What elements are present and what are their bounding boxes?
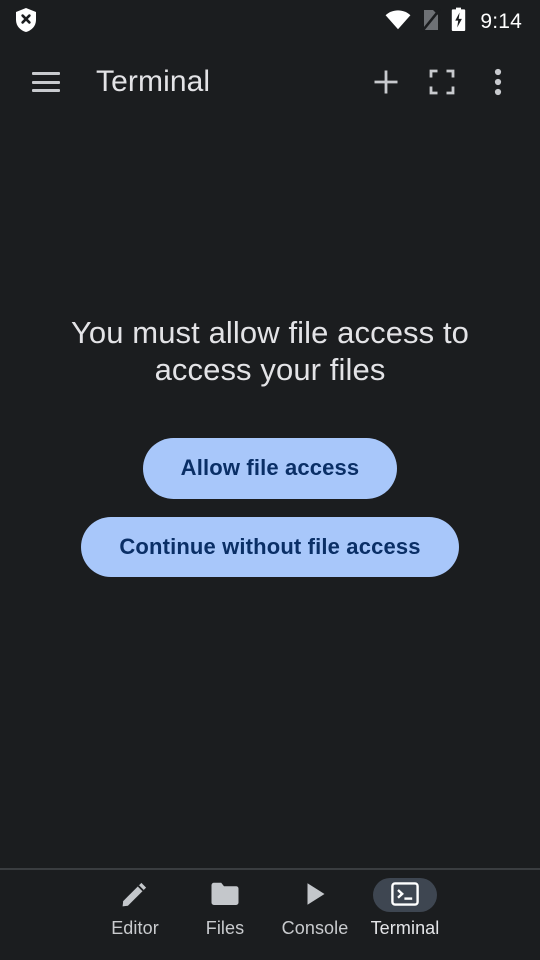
nav-label-console: Console [281,918,349,938]
folder-icon-wrap [193,878,257,912]
terminal-icon [391,881,419,909]
permission-message: You must allow file access to access you… [70,315,470,387]
nav-item-editor[interactable]: Editor [90,878,180,939]
nav-item-terminal[interactable]: Terminal [360,878,450,939]
permission-prompt: You must allow file access to access you… [0,24,540,868]
play-icon [301,880,329,911]
nav-label-files: Files [205,918,245,938]
app-window: 9:14 Terminal You must allow file access… [0,0,540,960]
continue-without-file-access-button[interactable]: Continue without file access [81,516,459,577]
nav-item-console[interactable]: Console [270,878,360,939]
pencil-icon-wrap [103,878,167,912]
permission-buttons: Allow file access Continue without file … [81,438,459,577]
nav-item-files[interactable]: Files [180,878,270,939]
bottom-navigation-bar: Editor Files Console Terminal [0,868,540,960]
nav-label-editor: Editor [111,918,159,938]
folder-icon [210,881,240,910]
play-icon-wrap [283,878,347,912]
pencil-icon [120,879,150,912]
allow-file-access-button[interactable]: Allow file access [142,438,398,499]
nav-label-terminal: Terminal [370,918,440,938]
terminal-icon-wrap [373,878,437,912]
